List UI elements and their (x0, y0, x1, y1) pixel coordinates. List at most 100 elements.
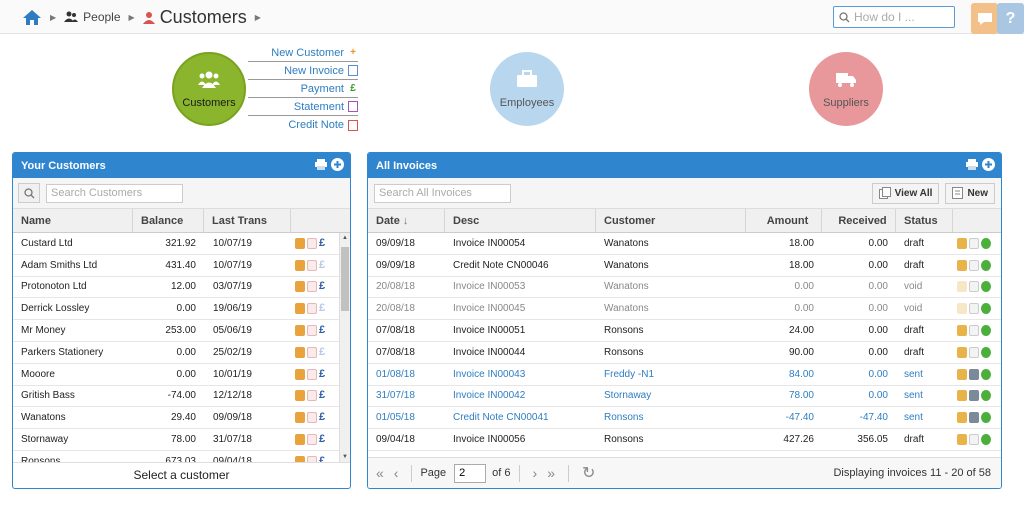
add-payment-icon[interactable] (981, 325, 991, 337)
search-invoices-input[interactable] (374, 183, 511, 203)
credit-note-icon[interactable] (307, 325, 317, 337)
table-row[interactable]: Gritish Bass -74.00 12/12/18 £ (13, 386, 350, 408)
chat-button[interactable] (971, 3, 998, 34)
table-row[interactable]: 01/05/18 Credit Note CN00041 Ronsons -47.40… (368, 407, 1001, 430)
table-row[interactable]: Adam Smiths Ltd 431.40 10/07/19 £ (13, 255, 350, 277)
edit-icon[interactable] (957, 368, 967, 380)
col-last-trans[interactable]: Last Trans (204, 209, 291, 232)
print-icon[interactable] (969, 346, 979, 358)
payment-pound-icon[interactable]: £ (319, 434, 329, 445)
payment-pound-icon[interactable]: £ (319, 303, 329, 314)
print-icon[interactable] (969, 368, 979, 380)
next-page-icon[interactable]: › (533, 465, 538, 481)
table-row[interactable]: 07/08/18 Invoice IN00051 Ronsons 24.00 0.00 d… (368, 320, 1001, 342)
print-icon[interactable] (969, 412, 979, 424)
print-icon[interactable] (966, 158, 978, 170)
breadcrumb-people[interactable]: People (64, 10, 121, 24)
print-icon[interactable] (969, 434, 979, 446)
table-row[interactable]: 20/08/18 Invoice IN00053 Wanatons 0.00 0.00 v… (368, 277, 1001, 299)
new-invoice-link[interactable]: New Invoice (248, 62, 358, 80)
nav-employees[interactable]: Employees (490, 52, 564, 126)
credit-note-icon[interactable] (307, 368, 317, 380)
credit-note-icon[interactable] (307, 281, 317, 293)
credit-note-icon[interactable] (307, 303, 317, 315)
table-row[interactable]: Derrick Lossley 0.00 19/06/19 £ (13, 298, 350, 321)
refresh-icon[interactable]: ↻ (582, 463, 595, 483)
statement-link[interactable]: Statement (248, 98, 358, 116)
payment-pound-icon[interactable]: £ (319, 325, 329, 336)
edit-customer-icon[interactable] (295, 368, 305, 380)
print-icon[interactable] (969, 259, 979, 271)
table-row[interactable]: 07/08/18 Invoice IN00044 Ronsons 90.00 0.00 d… (368, 342, 1001, 364)
table-row[interactable]: Ronsons 673.03 09/04/18 £ (13, 451, 350, 462)
credit-note-link[interactable]: Credit Note (248, 116, 358, 134)
add-payment-icon[interactable] (981, 346, 991, 358)
col-balance[interactable]: Balance (133, 209, 204, 232)
edit-customer-icon[interactable] (295, 259, 305, 271)
payment-pound-icon[interactable]: £ (319, 412, 329, 423)
credit-note-icon[interactable] (307, 390, 317, 402)
print-icon[interactable] (969, 237, 979, 249)
scrollbar[interactable]: ▲ ▼ (339, 233, 350, 462)
edit-icon[interactable] (957, 390, 967, 402)
payment-pound-icon[interactable]: £ (319, 390, 329, 401)
edit-icon[interactable] (957, 281, 967, 293)
credit-note-icon[interactable] (307, 412, 317, 424)
new-customer-link[interactable]: New Customer + (248, 44, 358, 62)
table-row[interactable]: Mooore 0.00 10/01/19 £ (13, 364, 350, 386)
credit-note-icon[interactable] (307, 455, 317, 462)
table-row[interactable]: 09/04/18 Invoice IN00056 Ronsons 427.26 356.… (368, 429, 1001, 451)
edit-icon[interactable] (957, 346, 967, 358)
edit-customer-icon[interactable] (295, 412, 305, 424)
nav-suppliers[interactable]: Suppliers (809, 52, 883, 126)
table-row[interactable]: Parkers Stationery 0.00 25/02/19 £ (13, 342, 350, 364)
edit-customer-icon[interactable] (295, 434, 305, 446)
add-payment-icon[interactable] (981, 259, 991, 271)
credit-note-icon[interactable] (307, 259, 317, 271)
table-row[interactable]: Custard Ltd 321.92 10/07/19 £ (13, 233, 350, 255)
add-icon[interactable] (982, 158, 995, 171)
print-icon[interactable] (969, 303, 979, 315)
add-payment-icon[interactable] (981, 237, 991, 249)
print-icon[interactable] (969, 390, 979, 402)
first-page-icon[interactable]: « (376, 465, 384, 481)
edit-customer-icon[interactable] (295, 390, 305, 402)
print-icon[interactable] (315, 158, 327, 170)
edit-icon[interactable] (957, 412, 967, 424)
add-icon[interactable] (331, 158, 344, 171)
col-received[interactable]: Received (822, 209, 896, 232)
new-invoice-button[interactable]: New (945, 182, 995, 204)
payment-pound-icon[interactable]: £ (319, 238, 329, 249)
edit-icon[interactable] (957, 259, 967, 271)
payment-pound-icon[interactable]: £ (319, 347, 329, 358)
col-desc[interactable]: Desc (445, 209, 596, 232)
edit-customer-icon[interactable] (295, 303, 305, 315)
edit-customer-icon[interactable] (295, 346, 305, 358)
payment-pound-icon[interactable]: £ (319, 260, 329, 271)
edit-customer-icon[interactable] (295, 281, 305, 293)
add-payment-icon[interactable] (981, 303, 991, 315)
search-button[interactable] (18, 183, 40, 203)
add-payment-icon[interactable] (981, 368, 991, 380)
edit-icon[interactable] (957, 434, 967, 446)
scroll-thumb[interactable] (341, 247, 349, 311)
table-row[interactable]: 20/08/18 Invoice IN00045 Wanatons 0.00 0.00 v… (368, 298, 1001, 321)
table-row[interactable]: Protonoton Ltd 12.00 03/07/19 £ (13, 277, 350, 299)
add-payment-icon[interactable] (981, 412, 991, 424)
edit-icon[interactable] (957, 303, 967, 315)
help-search-input[interactable] (854, 10, 949, 24)
help-button[interactable]: ? (997, 3, 1024, 34)
edit-icon[interactable] (957, 325, 967, 337)
table-row[interactable]: 09/09/18 Invoice IN00054 Wanatons 18.00 0.00… (368, 233, 1001, 255)
print-icon[interactable] (969, 325, 979, 337)
col-status[interactable]: Status (896, 209, 953, 232)
edit-icon[interactable] (957, 237, 967, 249)
print-icon[interactable] (969, 281, 979, 293)
edit-customer-icon[interactable] (295, 325, 305, 337)
payment-pound-icon[interactable]: £ (319, 281, 329, 292)
payment-pound-icon[interactable]: £ (319, 456, 329, 462)
payment-pound-icon[interactable]: £ (319, 369, 329, 380)
table-row[interactable]: Wanatons 29.40 09/09/18 £ (13, 407, 350, 430)
table-row[interactable]: Stornaway 78.00 31/07/18 £ (13, 429, 350, 451)
table-row[interactable]: 31/07/18 Invoice IN00042 Stornaway 78.00 0.0… (368, 386, 1001, 408)
